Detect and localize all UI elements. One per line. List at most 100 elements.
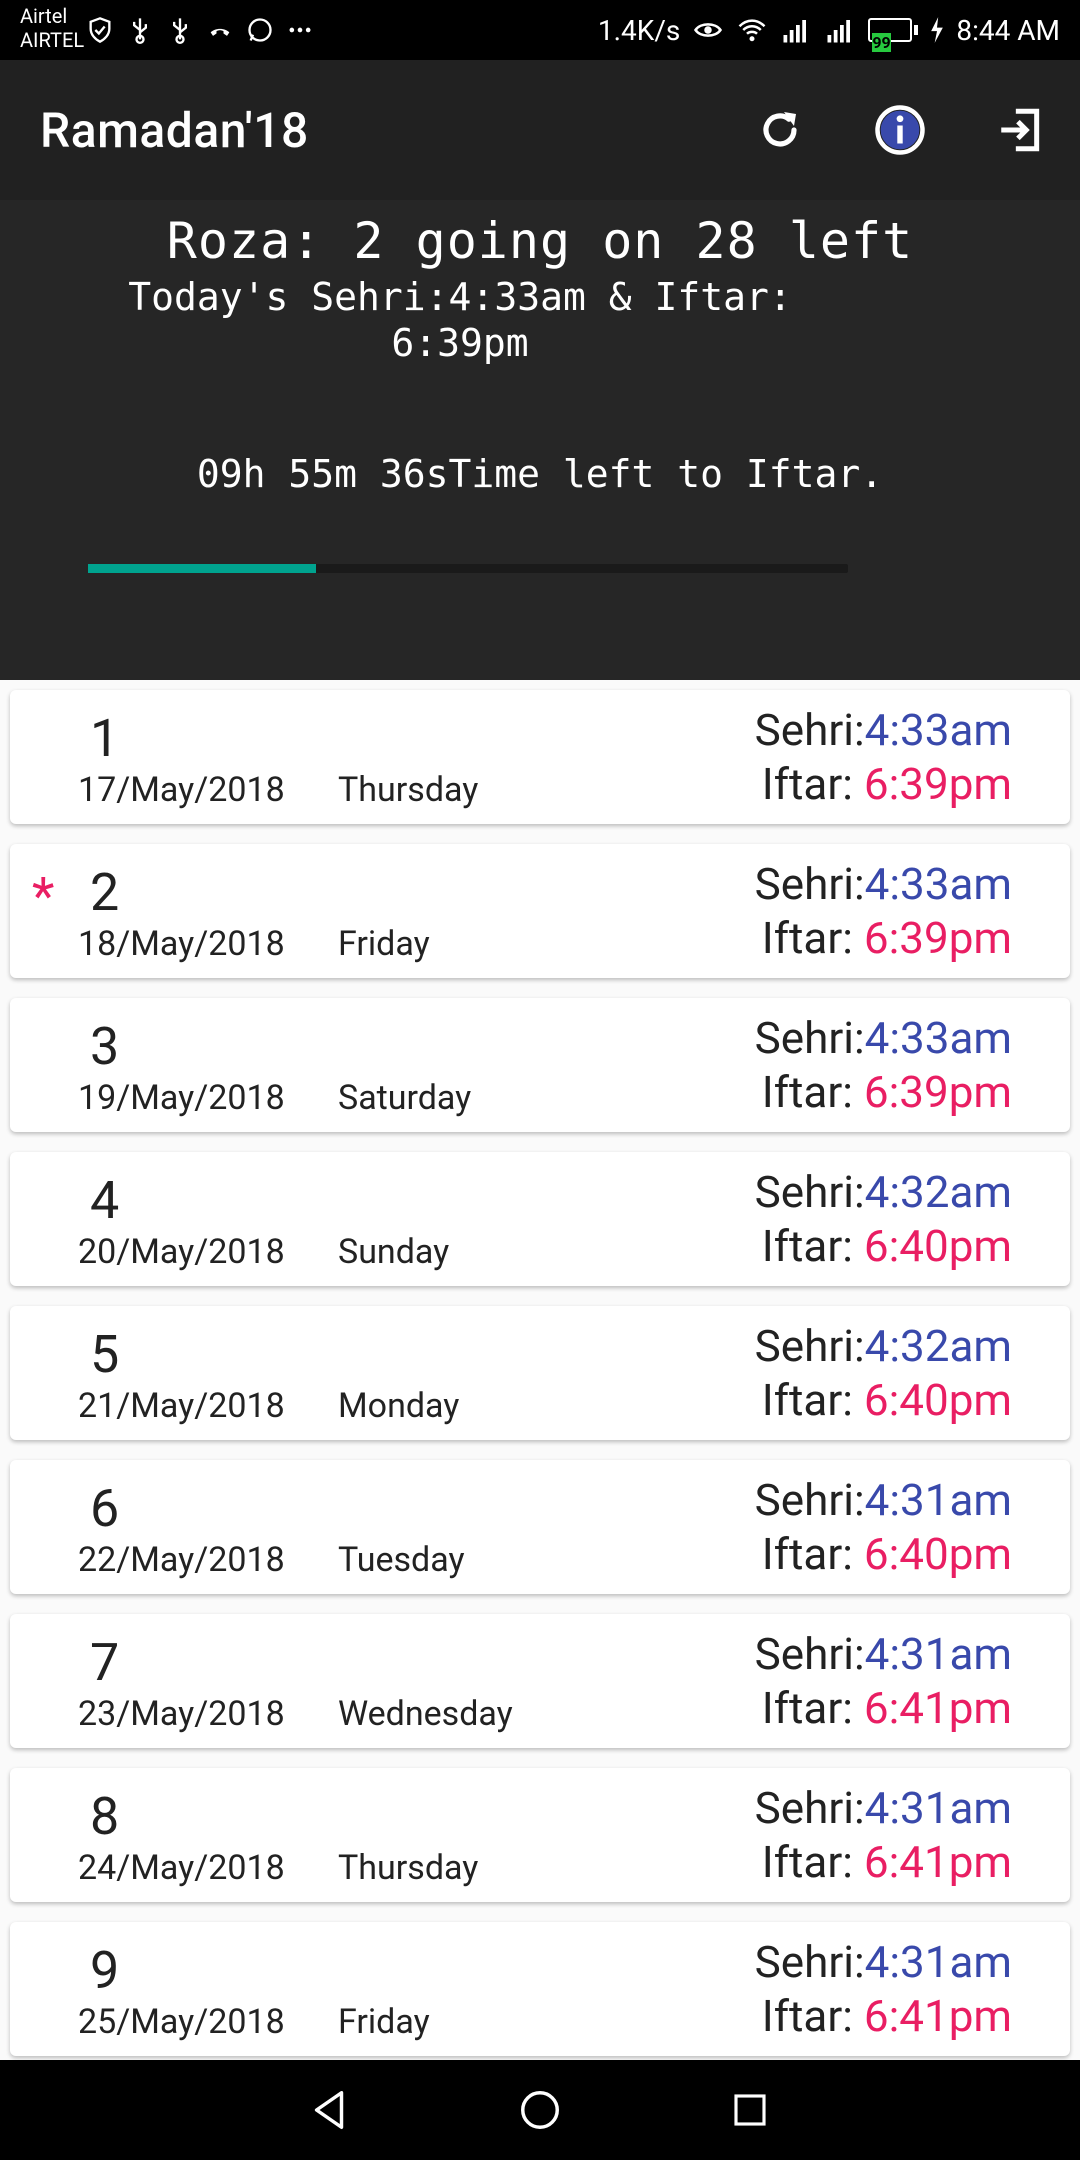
iftar-row: Iftar: 6:41pm (762, 1990, 1012, 2042)
sehri-time: 4:31am (864, 1936, 1012, 1988)
navigation-bar (0, 2060, 1080, 2160)
iftar-time: 6:40pm (863, 1528, 1012, 1580)
sehri-row: Sehri:4:31am (755, 1474, 1012, 1526)
info-icon (875, 105, 925, 155)
roza-date: 21/May/2018 (78, 1386, 285, 1426)
roza-date: 17/May/2018 (78, 770, 285, 810)
recents-button[interactable] (720, 2080, 780, 2140)
iftar-time: 6:41pm (863, 1990, 1012, 2042)
roza-date: 19/May/2018 (78, 1078, 285, 1118)
carrier-bottom: AIRTEL (20, 28, 85, 52)
sehri-label: Sehri: (754, 1320, 865, 1372)
sehri-label: Sehri: (754, 1166, 865, 1218)
iftar-label: Iftar: (761, 912, 853, 964)
iftar-time: 6:39pm (863, 758, 1012, 810)
info-button[interactable] (870, 100, 930, 160)
exit-button[interactable] (990, 100, 1050, 160)
iftar-time: 6:40pm (863, 1374, 1012, 1426)
wifi-icon (738, 19, 766, 42)
day-card[interactable]: 7 23/May/2018 Wednesday Sehri:4:31am Iftar: … (10, 1614, 1070, 1748)
iftar-label: Iftar: (761, 1374, 853, 1426)
day-card[interactable]: 9 25/May/2018 Friday Sehri:4:31am Iftar: 6:4… (10, 1922, 1070, 2056)
sehri-time: 4:32am (864, 1320, 1012, 1372)
roza-weekday: Monday (338, 1386, 460, 1426)
roza-date: 22/May/2018 (78, 1540, 285, 1580)
refresh-button[interactable] (750, 100, 810, 160)
roza-date: 23/May/2018 (78, 1694, 285, 1734)
charging-icon (931, 17, 944, 43)
day-card[interactable]: * 2 18/May/2018 Friday Sehri:4:33am Iftar: 6:… (10, 844, 1070, 978)
iftar-label: Iftar: (761, 1836, 853, 1888)
day-list[interactable]: 1 17/May/2018 Thursday Sehri:4:33am Iftar: 6… (0, 680, 1080, 2060)
sehri-time: 4:32am (864, 1166, 1012, 1218)
roza-number: 8 (90, 1786, 120, 1847)
today-times: Today's Sehri:4:33am & Iftar: 6:39pm (128, 275, 792, 365)
sehri-row: Sehri:4:31am (755, 1782, 1012, 1834)
back-button[interactable] (300, 2080, 360, 2140)
sehri-time: 4:31am (864, 1628, 1012, 1680)
signal-icon (783, 20, 807, 43)
clock: 8:44 AM (956, 13, 1060, 47)
roza-date: 20/May/2018 (78, 1232, 285, 1272)
iftar-label: Iftar: (761, 1528, 853, 1580)
current-day-marker: * (32, 866, 55, 927)
whatsapp-icon (248, 18, 272, 42)
day-card[interactable]: 6 22/May/2018 Tuesday Sehri:4:31am Iftar: 6:… (10, 1460, 1070, 1594)
iftar-row: Iftar: 6:40pm (762, 1374, 1012, 1426)
iftar-label: Iftar: (761, 1682, 853, 1734)
iftar-time: 6:41pm (863, 1836, 1012, 1888)
sehri-label: Sehri: (754, 1474, 865, 1526)
usb-icon (133, 18, 147, 44)
day-card[interactable]: 8 24/May/2018 Thursday Sehri:4:31am Iftar: 6… (10, 1768, 1070, 1902)
app-bar: Ramadan'18 (0, 60, 1080, 200)
roza-number: 6 (90, 1478, 120, 1539)
iftar-time: 6:39pm (863, 912, 1012, 964)
iftar-row: Iftar: 6:39pm (762, 912, 1012, 964)
app-title: Ramadan'18 (40, 102, 309, 159)
battery-level: 99 (872, 33, 891, 52)
battery-icon: 99 (868, 18, 919, 52)
roza-weekday: Wednesday (338, 1694, 513, 1734)
iftar-time: 6:39pm (863, 1066, 1012, 1118)
more-notifications-icon (289, 27, 311, 33)
day-card[interactable]: 1 17/May/2018 Thursday Sehri:4:33am Iftar: 6… (10, 690, 1070, 824)
iftar-time: 6:41pm (863, 1682, 1012, 1734)
shield-icon (89, 17, 111, 43)
home-icon (521, 2091, 559, 2129)
sehri-time: 4:33am (864, 1012, 1012, 1064)
back-icon (314, 2091, 344, 2129)
summary-panel: Roza: 2 going on 28 left Today's Sehri:4… (0, 200, 1080, 680)
sehri-row: Sehri:4:33am (755, 858, 1012, 910)
roza-date: 24/May/2018 (78, 1848, 285, 1888)
day-card[interactable]: 4 20/May/2018 Sunday Sehri:4:32am Iftar: 6:4… (10, 1152, 1070, 1286)
day-card[interactable]: 3 19/May/2018 Saturday Sehri:4:33am Iftar: 6… (10, 998, 1070, 1132)
day-card[interactable]: 5 21/May/2018 Monday Sehri:4:32am Iftar: 6:4… (10, 1306, 1070, 1440)
roza-weekday: Friday (338, 924, 430, 964)
iftar-label: Iftar: (761, 1220, 853, 1272)
eye-icon (694, 23, 723, 37)
home-button[interactable] (510, 2080, 570, 2140)
status-right: 1.4K/s 99 8:44 AM (598, 8, 1060, 52)
missed-call-icon (210, 28, 230, 36)
roza-number: 7 (90, 1632, 120, 1693)
iftar-time: 6:40pm (863, 1220, 1012, 1272)
iftar-label: Iftar: (761, 1990, 853, 2042)
sehri-time: 4:31am (864, 1474, 1012, 1526)
sehri-row: Sehri:4:33am (755, 1012, 1012, 1064)
usb-icon-2 (173, 18, 187, 44)
network-speed: 1.4K/s (597, 13, 681, 47)
roza-weekday: Sunday (338, 1232, 450, 1272)
status-bar: Airtel AIRTEL 1.4K/s 99 8:44 AM (0, 0, 1080, 60)
roza-date: 18/May/2018 (78, 924, 285, 964)
roza-number: 9 (90, 1940, 120, 2001)
sehri-label: Sehri: (754, 1936, 865, 1988)
sehri-label: Sehri: (754, 704, 865, 756)
roza-number: 5 (90, 1324, 120, 1385)
carrier-label: Airtel AIRTEL (20, 4, 84, 52)
iftar-row: Iftar: 6:40pm (762, 1220, 1012, 1272)
roza-weekday: Thursday (338, 1848, 479, 1888)
iftar-label: Iftar: (761, 758, 853, 810)
roza-weekday: Tuesday (338, 1540, 465, 1580)
sehri-time: 4:31am (864, 1782, 1012, 1834)
sehri-row: Sehri:4:33am (755, 704, 1012, 756)
